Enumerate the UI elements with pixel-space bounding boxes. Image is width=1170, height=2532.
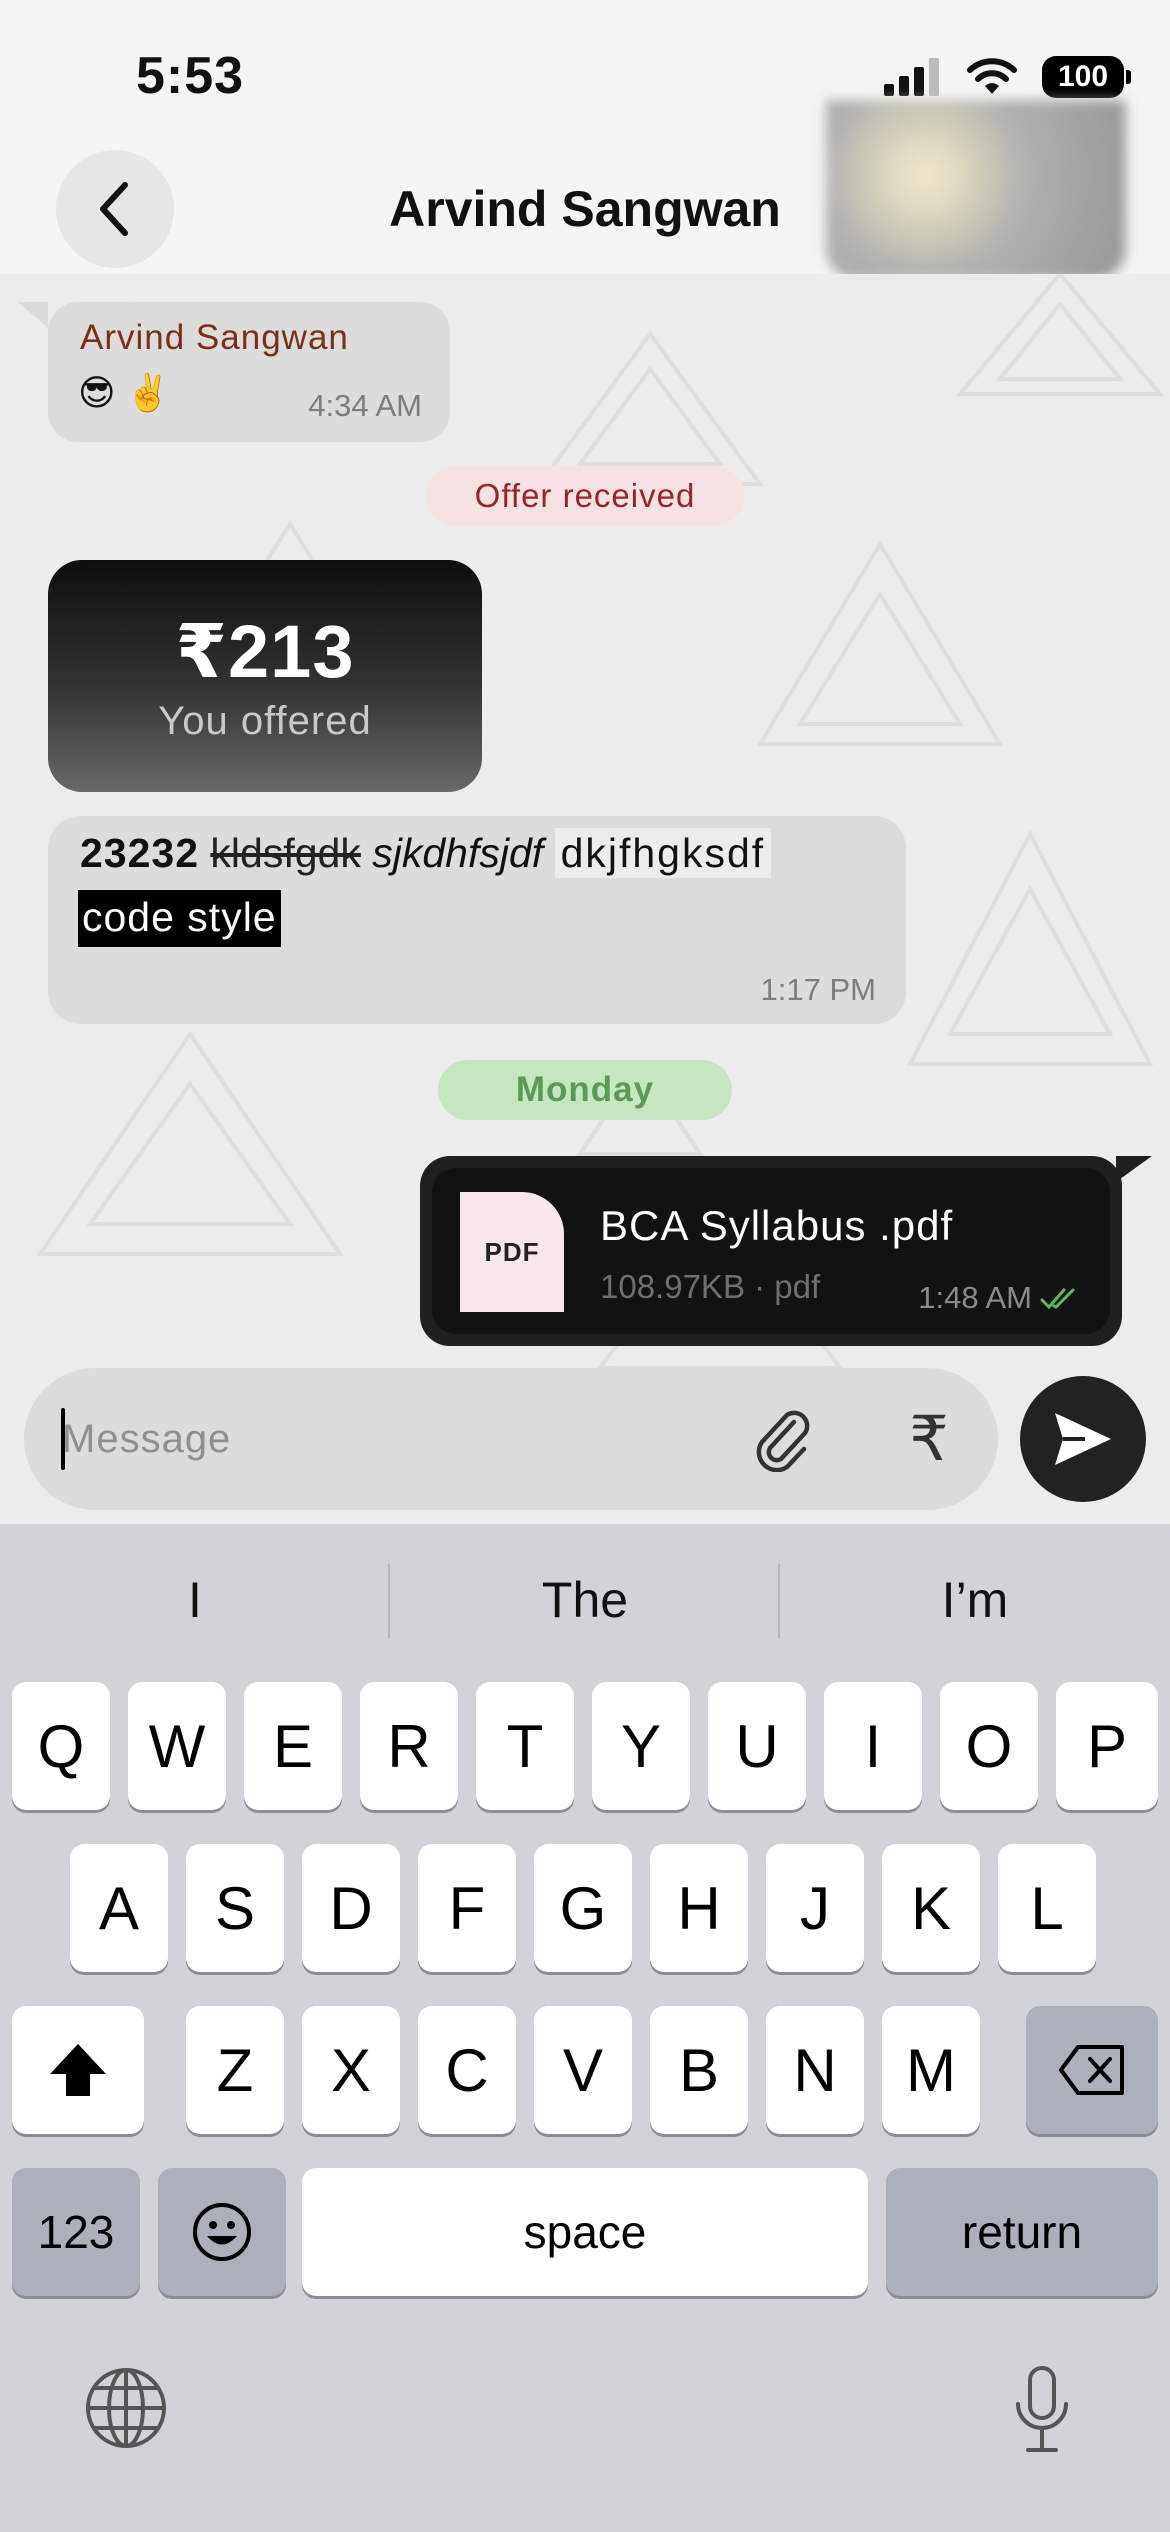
file-attachment-card[interactable]: PDF BCA Syllabus .pdf 108.97KB · pdf 1:4… bbox=[432, 1168, 1110, 1334]
incoming-message-bubble[interactable]: Arvind Sangwan 😎 ✌️ 4:34 AM bbox=[18, 302, 450, 442]
signal-icon bbox=[884, 58, 939, 96]
key-b[interactable]: B bbox=[650, 2006, 748, 2134]
strikethrough-text: kldsfgdk bbox=[210, 830, 361, 876]
formatted-message-bubble[interactable]: 23232 kldsfgdk sjkdhfsjdf dkjfhgksdf cod… bbox=[48, 816, 906, 1024]
key-k[interactable]: K bbox=[882, 1844, 980, 1972]
message-emojis: 😎 ✌️ bbox=[78, 372, 171, 413]
key-p[interactable]: P bbox=[1056, 1682, 1158, 1810]
key-v[interactable]: V bbox=[534, 2006, 632, 2134]
double-check-icon bbox=[1040, 1288, 1075, 1310]
message-composer: ₹ bbox=[0, 1368, 1170, 1524]
message-time: 1:48 AM bbox=[918, 1280, 1032, 1315]
emoji-key[interactable] bbox=[158, 2168, 286, 2296]
file-meta: 108.97KB · pdf bbox=[600, 1268, 821, 1305]
formatted-text-line: 23232 kldsfgdk sjkdhfsjdf dkjfhgksdf bbox=[80, 828, 772, 878]
pdf-file-icon: PDF bbox=[460, 1192, 564, 1312]
rupee-icon: ₹ bbox=[909, 1404, 949, 1474]
battery-indicator: 100 bbox=[1042, 56, 1131, 98]
key-r[interactable]: R bbox=[360, 1682, 458, 1810]
key-y[interactable]: Y bbox=[592, 1682, 690, 1810]
key-f[interactable]: F bbox=[418, 1844, 516, 1972]
status-time: 5:53 bbox=[136, 47, 245, 105]
attach-button[interactable] bbox=[750, 1406, 816, 1473]
key-u[interactable]: U bbox=[708, 1682, 806, 1810]
inline-code-text: dkjfhgksdf bbox=[554, 828, 772, 878]
bold-text: 23232 bbox=[80, 830, 200, 876]
globe-icon[interactable] bbox=[84, 2366, 168, 2450]
numbers-key[interactable]: 123 bbox=[12, 2168, 140, 2296]
key-q[interactable]: Q bbox=[12, 1682, 110, 1810]
keyboard: I The I’m Q W E R T Y U I O P A S D F G … bbox=[0, 1524, 1170, 2532]
key-n[interactable]: N bbox=[766, 2006, 864, 2134]
key-e[interactable]: E bbox=[244, 1682, 342, 1810]
italic-text: sjkdhfsjdf bbox=[372, 830, 544, 876]
message-list[interactable]: Arvind Sangwan 😎 ✌️ 4:34 AM Offer receiv… bbox=[0, 274, 1170, 1368]
key-a[interactable]: A bbox=[70, 1844, 168, 1972]
delete-key[interactable] bbox=[1026, 2006, 1158, 2134]
message-time: 1:17 PM bbox=[760, 972, 876, 1007]
offer-card[interactable]: ₹213 You offered bbox=[48, 560, 482, 792]
key-s[interactable]: S bbox=[186, 1844, 284, 1972]
wifi-icon bbox=[967, 58, 1017, 94]
key-g[interactable]: G bbox=[534, 1844, 632, 1972]
key-j[interactable]: J bbox=[766, 1844, 864, 1972]
offer-received-notice: Offer received bbox=[426, 466, 744, 526]
send-money-button[interactable]: ₹ bbox=[896, 1398, 962, 1478]
suggestion-item[interactable]: I bbox=[0, 1560, 390, 1640]
send-icon bbox=[1055, 1413, 1111, 1465]
backspace-icon bbox=[1059, 2045, 1124, 2095]
sender-name: Arvind Sangwan bbox=[80, 318, 349, 357]
text-caret bbox=[61, 1408, 65, 1470]
message-input[interactable] bbox=[62, 1404, 702, 1474]
key-i[interactable]: I bbox=[824, 1682, 922, 1810]
outgoing-file-message[interactable]: PDF BCA Syllabus .pdf 108.97KB · pdf 1:4… bbox=[420, 1156, 1152, 1346]
predictive-suggestions: I The I’m bbox=[0, 1524, 1170, 1678]
shift-icon bbox=[50, 2044, 106, 2096]
key-w[interactable]: W bbox=[128, 1682, 226, 1810]
return-key[interactable]: return bbox=[886, 2168, 1158, 2296]
code-block-text: code style bbox=[78, 890, 281, 947]
avatar[interactable] bbox=[826, 100, 1126, 280]
day-separator: Monday bbox=[438, 1060, 732, 1120]
send-button[interactable] bbox=[1020, 1376, 1146, 1502]
shift-key[interactable] bbox=[12, 2006, 144, 2134]
space-key[interactable]: space bbox=[302, 2168, 868, 2296]
paperclip-icon bbox=[756, 1410, 810, 1473]
key-z[interactable]: Z bbox=[186, 2006, 284, 2134]
message-time: 4:34 AM bbox=[308, 388, 422, 423]
key-t[interactable]: T bbox=[476, 1682, 574, 1810]
key-o[interactable]: O bbox=[940, 1682, 1038, 1810]
key-l[interactable]: L bbox=[998, 1844, 1096, 1972]
suggestion-item[interactable]: I’m bbox=[780, 1560, 1170, 1640]
key-c[interactable]: C bbox=[418, 2006, 516, 2134]
file-name: BCA Syllabus .pdf bbox=[600, 1202, 954, 1249]
offer-label: You offered bbox=[158, 698, 372, 743]
message-input-container[interactable]: ₹ bbox=[24, 1368, 998, 1510]
microphone-icon[interactable] bbox=[1010, 2364, 1074, 2456]
message-time-status: 1:48 AM bbox=[918, 1280, 1080, 1316]
key-h[interactable]: H bbox=[650, 1844, 748, 1972]
emoji-icon bbox=[193, 2203, 251, 2261]
suggestion-item[interactable]: The bbox=[390, 1560, 780, 1640]
key-m[interactable]: M bbox=[882, 2006, 980, 2134]
key-d[interactable]: D bbox=[302, 1844, 400, 1972]
offer-amount: ₹213 bbox=[175, 609, 355, 693]
status-icons: 100 bbox=[884, 56, 1131, 98]
key-x[interactable]: X bbox=[302, 2006, 400, 2134]
